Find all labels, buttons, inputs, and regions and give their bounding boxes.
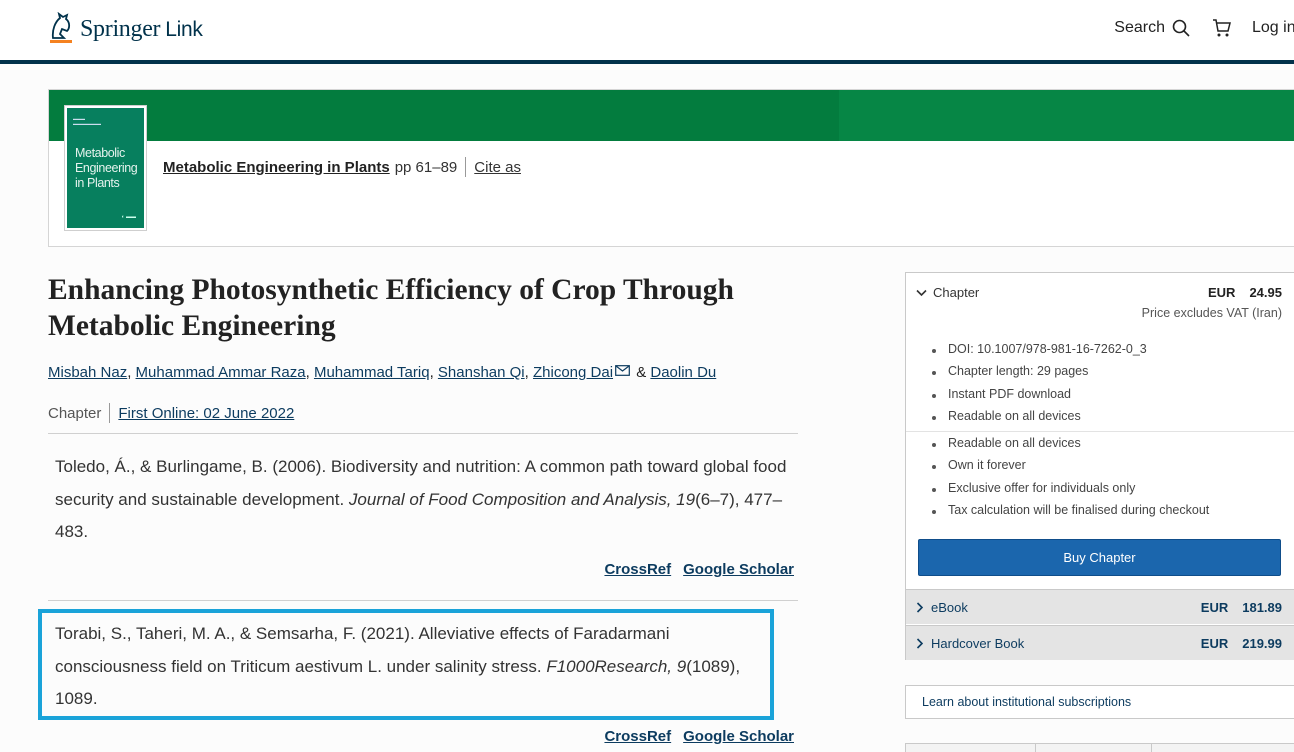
reference-links: CrossRef Google Scholar [604, 728, 794, 745]
list-item: Exclusive offer for individuals only [932, 481, 1209, 503]
benefit-list: Readable on all devices Own it forever E… [932, 436, 1209, 525]
google-scholar-link[interactable]: Google Scholar [683, 561, 794, 578]
institutional-subscriptions-link[interactable]: Learn about institutional subscriptions [905, 685, 1294, 719]
first-online-link[interactable]: First Online: 02 June 2022 [118, 405, 294, 422]
purchase-panel: Chapter EUR 24.95 Price excludes VAT (Ira… [905, 272, 1294, 660]
springerlink-logo[interactable]: Springer Link [48, 12, 203, 46]
chapter-label: Chapter [933, 285, 980, 300]
chevron-right-icon [916, 602, 923, 613]
author-link[interactable]: Muhammad Ammar Raza [136, 364, 306, 381]
price-value: 24.95 [1249, 285, 1282, 300]
buy-chapter-button[interactable]: Buy Chapter [918, 539, 1281, 576]
list-item: Readable on all devices [932, 409, 1147, 431]
divider [906, 431, 1294, 432]
article-title: Enhancing Photosynthetic Efficiency of C… [48, 274, 734, 342]
list-item: Own it forever [932, 458, 1209, 480]
author-link[interactable]: Zhicong Dai [533, 364, 613, 381]
cart-button[interactable] [1212, 18, 1232, 38]
list-item: Tax calculation will be finalised during… [932, 503, 1209, 525]
option-price: EUR 181.89 [1200, 600, 1282, 615]
vat-note: Price excludes VAT (Iran) [1141, 306, 1282, 320]
cite-as-link[interactable]: Cite as [474, 159, 521, 176]
chapter-toggle[interactable]: Chapter [916, 285, 979, 300]
reference-item: Torabi, S., Taheri, M. A., & Semsarha, F… [55, 618, 775, 716]
reference-journal: F1000Research, 9 [546, 656, 687, 676]
chevron-right-icon [916, 638, 923, 649]
currency-label: EUR [1208, 285, 1236, 300]
google-scholar-link[interactable]: Google Scholar [683, 728, 794, 745]
chapter-price: EUR 24.95 [1208, 285, 1282, 300]
content-type: Chapter [48, 404, 102, 422]
crossref-link[interactable]: CrossRef [604, 561, 671, 578]
search-icon [1172, 19, 1190, 37]
hardcover-option[interactable]: Hardcover Book EUR 219.99 [906, 625, 1294, 660]
reference-item: Toledo, Á., & Burlingame, B. (2006). Bio… [55, 451, 795, 549]
author-link[interactable]: Shanshan Qi [438, 364, 525, 381]
login-link[interactable]: Log in [1252, 19, 1294, 37]
list-item: Readable on all devices [932, 436, 1209, 458]
divider [48, 433, 798, 434]
search-label: Search [1114, 19, 1165, 36]
springer-icon: ◐ ▬▬ [121, 214, 136, 220]
cover-title: Metabolic Engineering in Plants [75, 146, 138, 190]
mail-icon[interactable] [615, 365, 630, 376]
option-price: EUR 219.99 [1200, 636, 1282, 651]
list-item: DOI: 10.1007/978-981-16-7262-0_3 [932, 342, 1147, 364]
article-meta: Chapter First Online: 02 June 2022 [48, 403, 294, 423]
logo-wordmark: Springer Link [80, 16, 203, 43]
chevron-down-icon [916, 289, 927, 296]
reference-links: CrossRef Google Scholar [604, 561, 794, 578]
book-pages: pp 61–89 [394, 158, 458, 176]
author-link[interactable]: Muhammad Tariq [314, 364, 430, 381]
logo-springer-text: Springer [80, 15, 161, 42]
list-item: Chapter length: 29 pages [932, 364, 1147, 386]
book-title-link[interactable]: Metabolic Engineering in Plants [163, 159, 390, 176]
author-list: Misbah Naz, Muhammad Ammar Raza, Muhamma… [48, 364, 717, 381]
site-header: Springer Link Search Log in [0, 0, 1294, 64]
divider [465, 157, 467, 177]
list-item: Instant PDF download [932, 387, 1147, 409]
cart-icon [1213, 19, 1231, 37]
search-button[interactable]: Search [1114, 19, 1190, 37]
book-cover[interactable]: ▬▬▬ ▬▬▬▬▬▬▬ Metabolic Engineering in Plan… [65, 106, 146, 230]
sidebar-tabs [905, 743, 1294, 752]
author-link[interactable]: Misbah Naz [48, 364, 127, 381]
springer-horse-icon [50, 12, 72, 43]
reference-journal: Journal of Food Composition and Analysis… [348, 489, 696, 509]
feature-list: DOI: 10.1007/978-981-16-7262-0_3 Chapter… [932, 342, 1147, 431]
book-banner: ▬▬▬ ▬▬▬▬▬▬▬ Metabolic Engineering in Plan… [48, 89, 1294, 247]
logo-link-text: Link [165, 17, 203, 41]
crossref-link[interactable]: CrossRef [604, 728, 671, 745]
divider [109, 403, 111, 423]
option-label: Hardcover Book [931, 636, 1025, 651]
ebook-option[interactable]: eBook EUR 181.89 [906, 589, 1294, 624]
option-label: eBook [931, 600, 968, 615]
banner-strip [49, 90, 1294, 141]
divider [48, 600, 798, 601]
author-link[interactable]: Daolin Du [650, 364, 716, 381]
